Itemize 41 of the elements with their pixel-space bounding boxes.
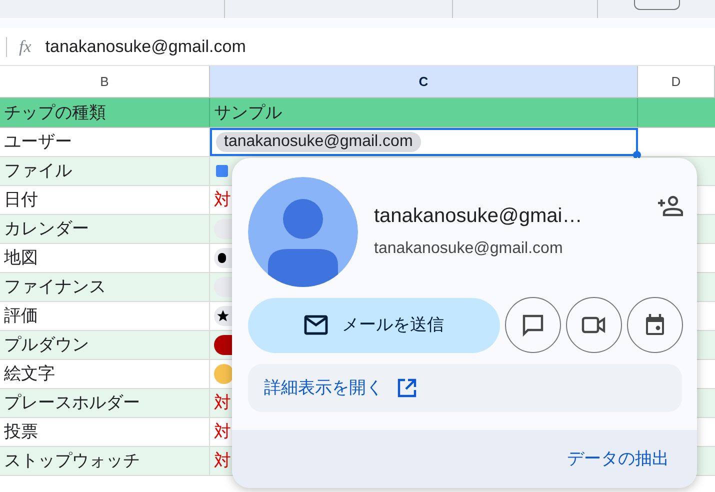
send-mail-button[interactable]: メールを送信 bbox=[248, 298, 500, 352]
table-cell: 地図 bbox=[0, 244, 210, 272]
fx-label: fx bbox=[19, 36, 32, 58]
cell-text: 対 bbox=[214, 392, 231, 414]
open-details-link[interactable]: 詳細表示を開く bbox=[264, 375, 383, 401]
calendar-button[interactable] bbox=[627, 297, 683, 353]
table-cell: ストップウォッチ bbox=[0, 447, 210, 475]
person-chip[interactable]: tanakanosuke@gmail.com bbox=[216, 132, 421, 152]
table-cell: 日付 bbox=[0, 186, 210, 214]
cell-text: 対 bbox=[214, 450, 231, 472]
add-person-icon[interactable] bbox=[657, 195, 683, 217]
video-camera-icon bbox=[581, 315, 607, 335]
file-icon bbox=[216, 165, 228, 177]
cell-text: 対 bbox=[214, 189, 231, 212]
header-cell: サンプル bbox=[210, 98, 638, 127]
extract-data-link[interactable]: データの抽出 bbox=[567, 446, 669, 472]
header-cell: チップの種類 bbox=[0, 98, 210, 127]
avatar-icon bbox=[248, 177, 358, 287]
table-cell: プレースホルダー bbox=[0, 389, 210, 417]
table-cell: 絵文字 bbox=[0, 360, 210, 388]
external-link-icon[interactable] bbox=[397, 378, 417, 398]
chat-button[interactable] bbox=[505, 297, 561, 353]
column-header[interactable]: B bbox=[0, 66, 210, 98]
emoji-icon bbox=[214, 364, 234, 384]
column-header[interactable]: D bbox=[638, 66, 715, 98]
table-cell: ユーザー bbox=[0, 128, 210, 156]
table-cell: ファイナンス bbox=[0, 273, 210, 301]
table-cell: 評価 bbox=[0, 302, 210, 330]
column-header[interactable]: C bbox=[210, 66, 638, 98]
mail-icon bbox=[304, 315, 328, 335]
table-cell: カレンダー bbox=[0, 215, 210, 243]
contact-email: tanakanosuke@gmail.com bbox=[374, 239, 564, 259]
contact-name: tanakanosuke@gmai… bbox=[374, 204, 584, 229]
formula-field[interactable]: tanakanosuke@gmail.com bbox=[45, 34, 246, 60]
calendar-icon bbox=[644, 313, 666, 337]
table-cell: ファイル bbox=[0, 157, 210, 185]
video-call-button[interactable] bbox=[566, 297, 622, 353]
cell-text: 対 bbox=[214, 421, 231, 444]
chat-icon bbox=[521, 313, 545, 337]
table-cell: プルダウン bbox=[0, 331, 210, 359]
table-cell: 投票 bbox=[0, 418, 210, 446]
